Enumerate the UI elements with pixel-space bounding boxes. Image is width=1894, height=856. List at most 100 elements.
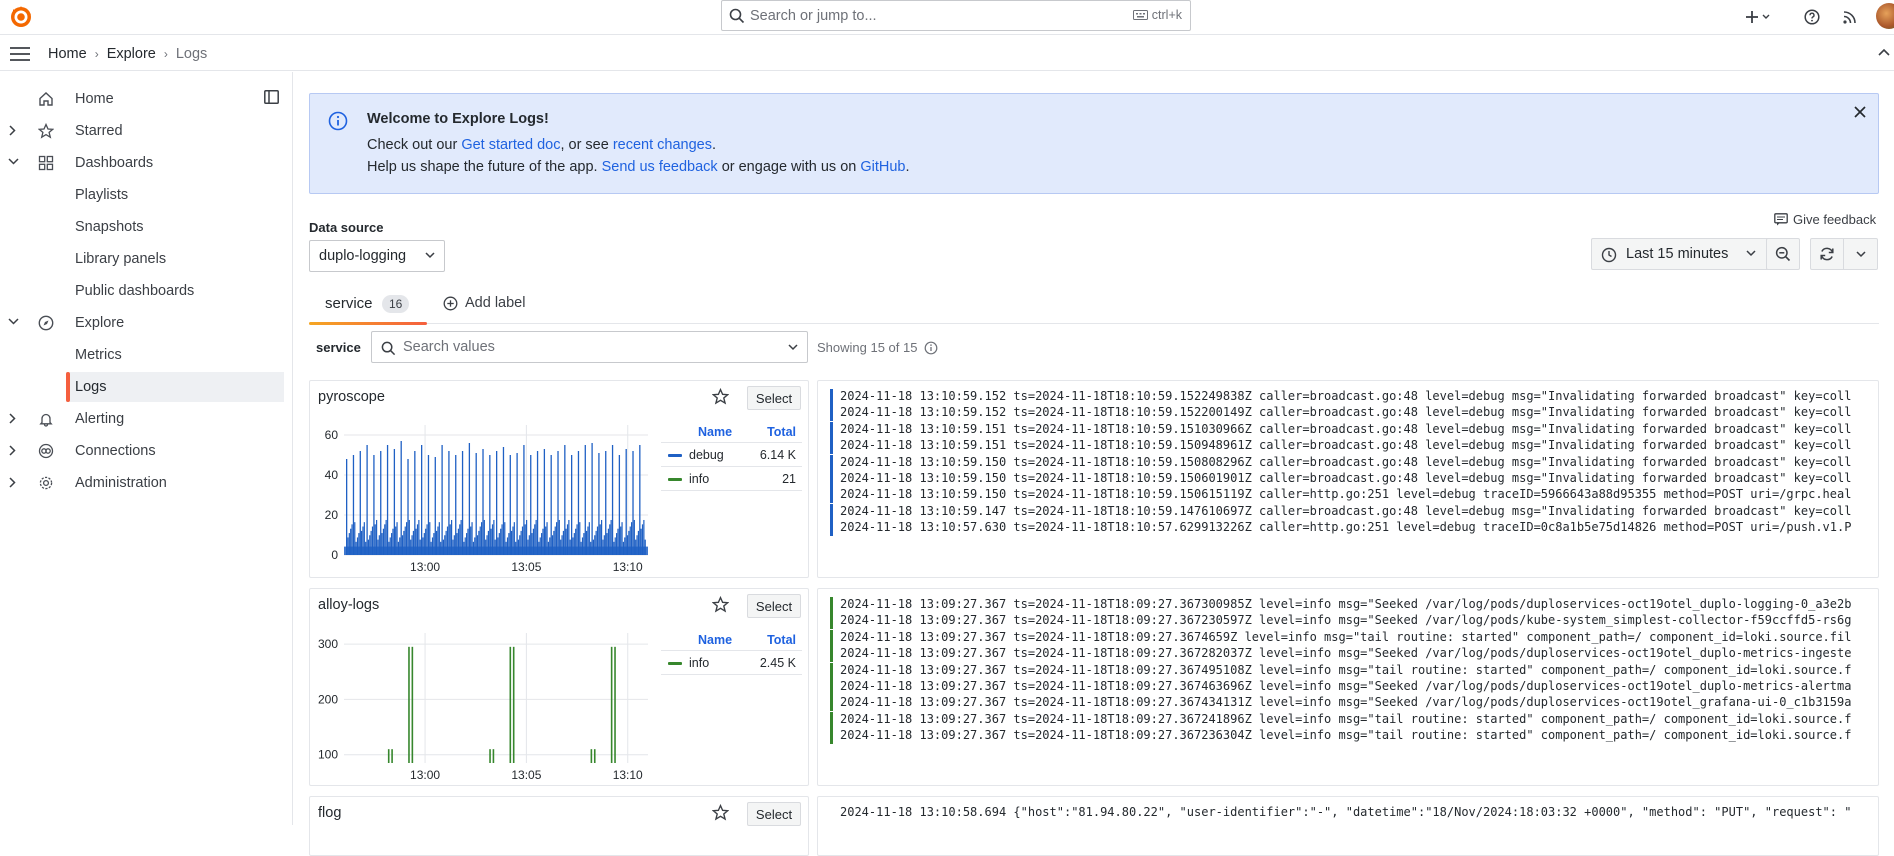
star-icon[interactable] — [712, 804, 729, 821]
log-line-text: 2024-11-18 13:10:59.147 ts=2024-11-18T18… — [840, 503, 1852, 518]
sidebar-item-home[interactable]: Home — [0, 84, 284, 114]
news-icon[interactable] — [1839, 6, 1861, 28]
chevron-right-icon[interactable] — [8, 477, 16, 488]
legend-swatch — [668, 662, 682, 665]
chevron-right-icon[interactable] — [8, 413, 16, 424]
sidebar-item-library-panels[interactable]: Library panels — [0, 244, 284, 274]
log-line[interactable]: 2024-11-18 13:10:59.151 ts=2024-11-18T18… — [830, 436, 1878, 455]
sidebar-item-label: Connections — [75, 443, 156, 459]
add-label-button[interactable]: Add label — [443, 295, 525, 311]
log-line[interactable]: 2024-11-18 13:09:27.367 ts=2024-11-18T18… — [830, 628, 1878, 646]
legend-total-header[interactable]: Total — [767, 425, 796, 439]
banner-text: Help us shape the future of the app. — [367, 159, 602, 175]
log-line[interactable]: 2024-11-18 13:10:59.150 ts=2024-11-18T18… — [830, 469, 1878, 487]
x-tick-label: 13:10 — [613, 560, 643, 574]
log-line[interactable]: 2024-11-18 13:10:57.630 ts=2024-11-18T18… — [830, 518, 1878, 537]
tab-label: service — [325, 295, 373, 312]
datasource-select[interactable]: duplo-logging — [309, 240, 445, 272]
legend-total-header[interactable]: Total — [767, 633, 796, 647]
legend-series-total: 6.14 K — [759, 447, 796, 462]
x-tick-label: 13:00 — [410, 560, 440, 574]
sidebar-item-administration[interactable]: Administration — [0, 468, 284, 498]
star-icon — [38, 123, 54, 139]
help-icon[interactable] — [1801, 6, 1823, 28]
sidebar-item-playlists[interactable]: Playlists — [0, 180, 284, 210]
star-icon[interactable] — [712, 388, 729, 405]
y-tick-label: 200 — [318, 692, 338, 706]
sidebar-item-connections[interactable]: Connections — [0, 436, 284, 466]
grafana-logo-icon[interactable] — [8, 4, 34, 30]
log-line[interactable]: 2024-11-18 13:09:27.367 ts=2024-11-18T18… — [830, 726, 1878, 745]
time-range-picker[interactable]: Last 15 minutes — [1591, 238, 1784, 270]
star-icon[interactable] — [712, 596, 729, 613]
bar — [614, 646, 616, 763]
search-values-placeholder: Search values — [403, 339, 495, 355]
bar — [593, 749, 596, 763]
breadcrumb-explore[interactable]: Explore — [107, 46, 156, 62]
select-button[interactable]: Select — [747, 386, 801, 410]
sidebar-item-alerting[interactable]: Alerting — [0, 404, 284, 434]
sidebar-item-explore[interactable]: Explore — [0, 308, 284, 338]
log-line[interactable]: 2024-11-18 13:10:59.150 ts=2024-11-18T18… — [830, 453, 1878, 471]
log-line[interactable]: 2024-11-18 13:10:58.694 {"host":"81.94.8… — [830, 803, 1878, 821]
sidebar-item-dashboards[interactable]: Dashboards — [0, 148, 284, 178]
search-values-input[interactable]: Search values — [371, 331, 808, 363]
showing-count: Showing 15 of 15 — [817, 340, 938, 355]
new-menu-button[interactable] — [1741, 6, 1775, 28]
chevron-right-icon[interactable] — [8, 125, 16, 136]
bar — [632, 451, 634, 555]
recent-changes-link[interactable]: recent changes — [613, 137, 712, 153]
legend-name-header[interactable]: Name — [698, 633, 732, 647]
log-line-text: 2024-11-18 13:10:59.150 ts=2024-11-18T18… — [840, 487, 1852, 502]
get-started-link[interactable]: Get started doc — [461, 137, 560, 153]
refresh-interval-dropdown[interactable] — [1844, 238, 1878, 270]
sidebar-item-starred[interactable]: Starred — [0, 116, 284, 146]
log-line[interactable]: 2024-11-18 13:09:27.367 ts=2024-11-18T18… — [830, 644, 1878, 663]
log-line[interactable]: 2024-11-18 13:10:59.147 ts=2024-11-18T18… — [830, 502, 1878, 520]
sidebar-item-logs[interactable]: Logs — [66, 372, 284, 402]
send-feedback-link[interactable]: Send us feedback — [602, 159, 718, 175]
select-button[interactable]: Select — [747, 802, 801, 826]
log-line[interactable]: 2024-11-18 13:09:27.367 ts=2024-11-18T18… — [830, 677, 1878, 695]
refresh-button[interactable] — [1810, 238, 1844, 270]
log-line[interactable]: 2024-11-18 13:09:27.367 ts=2024-11-18T18… — [830, 661, 1878, 679]
chevron-down-icon[interactable] — [8, 157, 19, 165]
bar — [414, 451, 416, 555]
breadcrumb-bar: Home › Explore › Logs — [0, 35, 1894, 71]
breadcrumb-home[interactable]: Home — [48, 46, 87, 62]
close-icon[interactable] — [1854, 106, 1866, 118]
log-line[interactable]: 2024-11-18 13:09:27.367 ts=2024-11-18T18… — [830, 595, 1878, 613]
log-line[interactable]: 2024-11-18 13:09:27.367 ts=2024-11-18T18… — [830, 710, 1878, 728]
log-line-text: 2024-11-18 13:09:27.367 ts=2024-11-18T18… — [840, 613, 1852, 628]
zoom-out-button[interactable] — [1766, 238, 1800, 270]
plus-icon — [1746, 11, 1770, 23]
select-button[interactable]: Select — [747, 594, 801, 618]
search-input[interactable]: Search or jump to... ctrl+k — [721, 0, 1191, 31]
legend-row[interactable]: info 21 — [661, 467, 802, 491]
legend-row[interactable]: debug 6.14 K — [661, 443, 802, 467]
log-line[interactable]: 2024-11-18 13:10:59.151 ts=2024-11-18T18… — [830, 420, 1878, 438]
bar — [400, 441, 402, 555]
legend-row[interactable]: info 2.45 K — [661, 651, 802, 675]
log-line[interactable]: 2024-11-18 13:09:27.367 ts=2024-11-18T18… — [830, 611, 1878, 630]
log-line[interactable]: 2024-11-18 13:10:59.150 ts=2024-11-18T18… — [830, 485, 1878, 504]
chevron-down-icon[interactable] — [8, 317, 19, 325]
bar — [434, 457, 436, 555]
tab-service[interactable]: service 16 — [309, 290, 427, 325]
bar — [618, 455, 621, 555]
sidebar-item-snapshots[interactable]: Snapshots — [0, 212, 284, 242]
log-line[interactable]: 2024-11-18 13:10:59.152 ts=2024-11-18T18… — [830, 387, 1878, 405]
avatar[interactable] — [1876, 3, 1894, 29]
log-line[interactable]: 2024-11-18 13:10:59.152 ts=2024-11-18T18… — [830, 403, 1878, 422]
chevron-up-icon[interactable] — [1878, 48, 1890, 56]
sidebar-item-metrics[interactable]: Metrics — [0, 340, 284, 370]
give-feedback-link[interactable]: Give feedback — [1774, 212, 1876, 227]
menu-icon[interactable] — [10, 47, 30, 61]
bar — [512, 646, 515, 763]
sidebar-item-label: Library panels — [75, 251, 167, 267]
sidebar-item-public-dashboards[interactable]: Public dashboards — [0, 276, 284, 306]
github-link[interactable]: GitHub — [860, 159, 905, 175]
legend-name-header[interactable]: Name — [698, 425, 732, 439]
log-line[interactable]: 2024-11-18 13:09:27.367 ts=2024-11-18T18… — [830, 693, 1878, 712]
chevron-right-icon[interactable] — [8, 445, 16, 456]
